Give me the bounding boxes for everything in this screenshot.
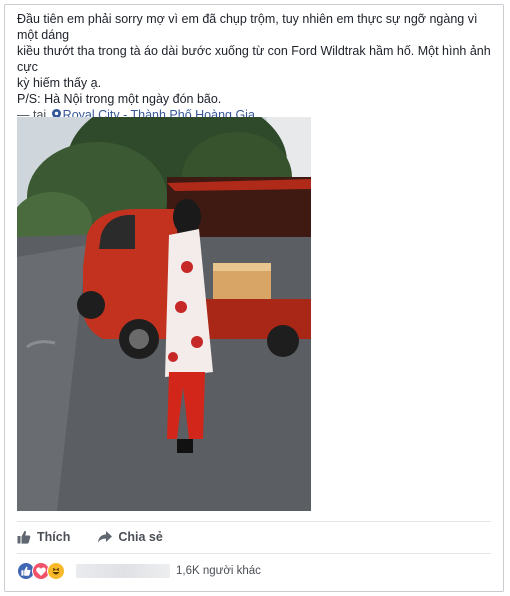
reactions-divider (17, 553, 491, 554)
share-arrow-icon (98, 531, 113, 543)
share-button[interactable]: Chia sẻ (98, 530, 163, 544)
post-photo[interactable] (17, 117, 311, 511)
post-text-line: kiều thướt tha trong tà áo dài bước xuốn… (17, 44, 491, 74)
like-label: Thích (37, 530, 71, 544)
haha-icon (47, 562, 65, 580)
post-ps: P/S: Hà Nội trong một ngày đón bão. (17, 92, 222, 106)
reactor-names-blurred (76, 564, 170, 578)
photo-illustration (17, 117, 311, 511)
actions-divider (17, 521, 491, 522)
post-text-line: kỳ hiếm thấy ạ. (17, 76, 102, 90)
post-card: Đầu tiên em phải sorry mợ vì em đã chụp … (4, 4, 504, 592)
like-button[interactable]: Thích (17, 530, 70, 544)
reactions-summary[interactable]: 1,6K người khác (17, 562, 261, 580)
reaction-count: 1,6K người khác (176, 565, 261, 577)
thumbs-up-icon (17, 530, 31, 544)
share-label: Chia sẻ (118, 530, 163, 544)
post-text-line: Đầu tiên em phải sorry mợ vì em đã chụp … (17, 12, 478, 42)
action-bar: Thích Chia sẻ (17, 527, 163, 547)
post-body: Đầu tiên em phải sorry mợ vì em đã chụp … (17, 11, 495, 123)
